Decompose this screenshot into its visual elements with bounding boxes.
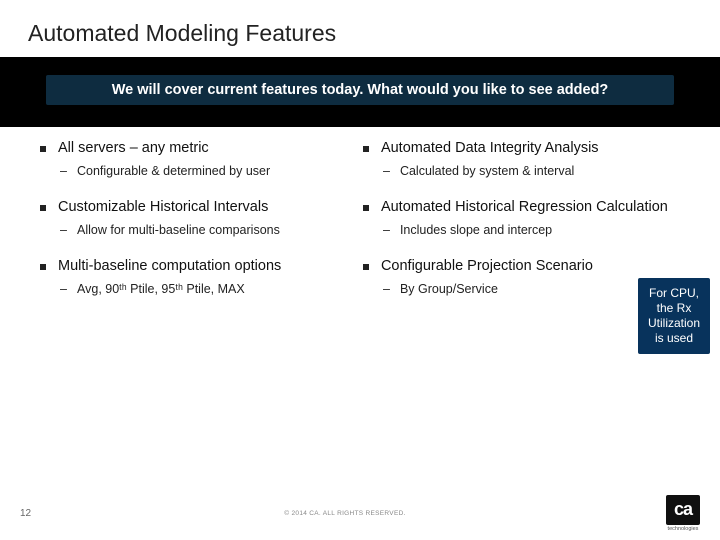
content-area: All servers – any metric –Configurable &… (0, 127, 720, 316)
sub-item: –Allow for multi-baseline comparisons (60, 223, 341, 237)
bullet-icon (363, 146, 369, 152)
logo: ca technologies (640, 495, 700, 532)
item-head: All servers – any metric (58, 140, 209, 156)
left-column: All servers – any metric –Configurable &… (40, 139, 341, 316)
list-item: All servers – any metric –Configurable &… (40, 139, 341, 178)
left-list: All servers – any metric –Configurable &… (40, 139, 341, 296)
list-item: Automated Historical Regression Calculat… (363, 198, 700, 237)
copyright-text: © 2014 CA. ALL RIGHTS RESERVED. (50, 510, 640, 517)
callout-box: For CPU, the Rx Utilization is used (638, 278, 710, 354)
logo-mark: ca (666, 495, 700, 525)
banner-band: We will cover current features today. Wh… (0, 57, 720, 127)
banner-text: We will cover current features today. Wh… (46, 75, 674, 105)
page-title: Automated Modeling Features (28, 20, 692, 47)
header: Automated Modeling Features (0, 0, 720, 57)
bullet-icon (40, 146, 46, 152)
item-head: Configurable Projection Scenario (381, 258, 593, 274)
bullet-icon (40, 264, 46, 270)
list-item: Customizable Historical Intervals –Allow… (40, 198, 341, 237)
item-head: Customizable Historical Intervals (58, 199, 268, 215)
item-head: Automated Historical Regression Calculat… (381, 199, 668, 215)
sub-item: –Calculated by system & interval (383, 164, 700, 178)
list-item: Multi-baseline computation options –Avg,… (40, 257, 341, 296)
right-list: Automated Data Integrity Analysis –Calcu… (363, 139, 700, 296)
logo-subtext: technologies (668, 526, 699, 532)
bullet-icon (363, 205, 369, 211)
bullet-icon (40, 205, 46, 211)
callout-text: For CPU, the Rx Utilization is used (642, 286, 706, 346)
footer: 12 © 2014 CA. ALL RIGHTS RESERVED. ca te… (0, 486, 720, 540)
page-number: 12 (20, 508, 50, 519)
list-item: Automated Data Integrity Analysis –Calcu… (363, 139, 700, 178)
bullet-icon (363, 264, 369, 270)
sub-item: –Includes slope and intercep (383, 223, 700, 237)
sub-item: –Avg, 90ᵗʰ Ptile, 95ᵗʰ Ptile, MAX (60, 282, 341, 296)
sub-item: –Configurable & determined by user (60, 164, 341, 178)
item-head: Multi-baseline computation options (58, 258, 281, 274)
item-head: Automated Data Integrity Analysis (381, 140, 599, 156)
